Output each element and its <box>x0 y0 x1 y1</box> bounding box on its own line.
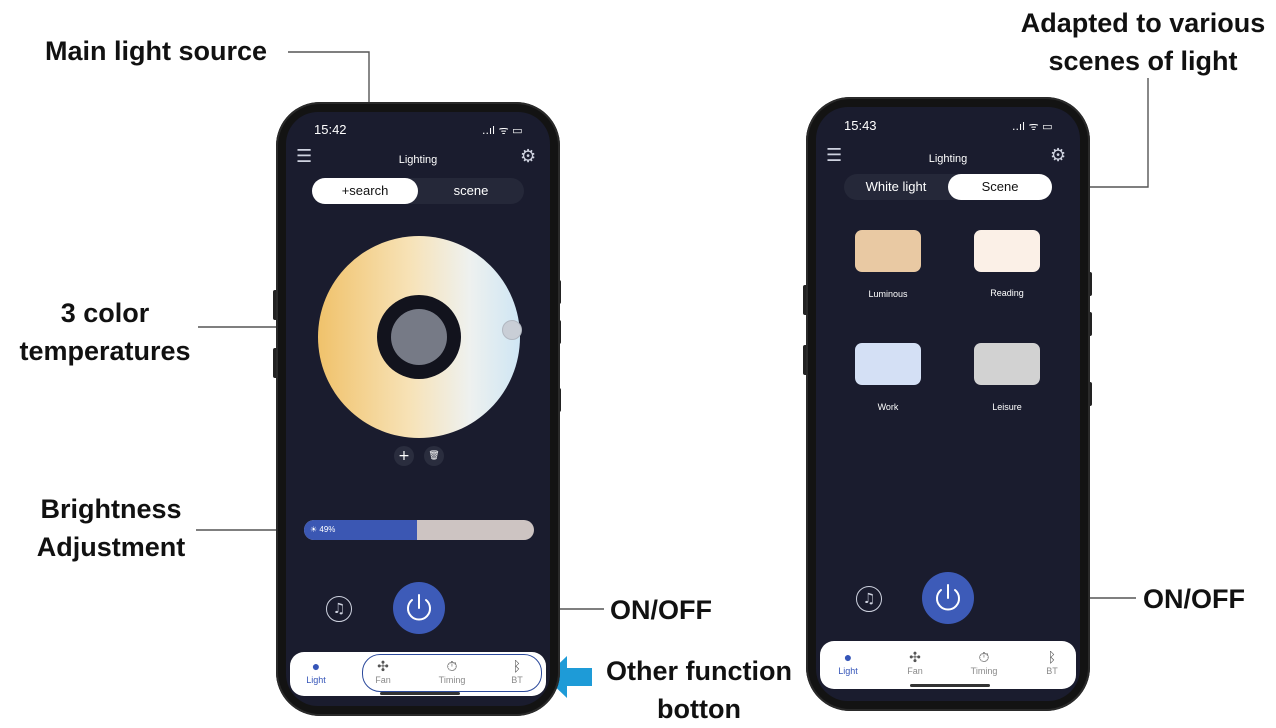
tab-fan[interactable]: ✣ Fan <box>890 648 940 676</box>
light-bulb-icon: ● <box>843 649 853 665</box>
tab-fan-label: Fan <box>375 675 391 685</box>
tab-timing[interactable]: ⏱ Timing <box>959 648 1009 676</box>
tab-timing-label: Timing <box>438 675 466 685</box>
tab-search[interactable]: +search <box>312 178 418 204</box>
tab-bt[interactable]: ᛒ BT <box>492 657 542 685</box>
right-phone-frame: 15:43 ..ıl ᯤ ▭ ☰ Lighting ⚙ White light … <box>806 97 1090 711</box>
scene-card-leisure[interactable] <box>974 343 1040 385</box>
tab-fan[interactable]: ✣ Fan <box>358 657 408 685</box>
right-phone-screen: 15:43 ..ıl ᯤ ▭ ☰ Lighting ⚙ White light … <box>816 107 1080 701</box>
scene-card-luminous[interactable] <box>855 230 921 272</box>
tab-fan-label: Fan <box>907 666 923 676</box>
left-phone-screen: 15:42 ..ıl ᯤ ▭ ☰ Lighting ⚙ +search scen… <box>286 112 550 706</box>
status-icons: ..ıl ᯤ ▭ <box>482 124 523 137</box>
tab-light-label: Light <box>838 666 858 676</box>
page-title: Lighting <box>398 154 438 166</box>
scene-label-leisure: Leisure <box>992 402 1022 412</box>
home-indicator <box>380 692 460 695</box>
fan-icon: ✣ <box>909 649 921 665</box>
delete-color-button[interactable]: 🗑 <box>424 446 444 466</box>
power-button[interactable] <box>922 572 974 624</box>
music-mode-button[interactable]: ♫ <box>856 586 882 612</box>
status-time: 15:42 <box>314 122 347 137</box>
power-icon <box>407 594 431 621</box>
light-bulb-icon: ● <box>311 658 321 674</box>
timer-icon: ⏱ <box>978 649 990 665</box>
tab-timing[interactable]: ⏱ Timing <box>427 657 477 685</box>
color-temperature-wheel[interactable] <box>318 236 522 438</box>
bluetooth-icon: ᛒ <box>1047 649 1057 665</box>
segment-control: White light Scene <box>844 174 1052 200</box>
tab-bt[interactable]: ᛒ BT <box>1027 648 1077 676</box>
tab-light[interactable]: ● Light <box>291 657 341 685</box>
scene-label-work: Work <box>877 402 899 412</box>
page-title: Lighting <box>928 153 968 165</box>
settings-gear-icon[interactable]: ⚙ <box>520 146 536 167</box>
tab-timing-label: Timing <box>970 666 998 676</box>
fan-icon: ✣ <box>377 658 389 674</box>
tab-white-light[interactable]: White light <box>844 174 948 200</box>
scene-card-reading[interactable] <box>974 230 1040 272</box>
segment-control: +search scene <box>312 178 524 204</box>
menu-icon[interactable]: ☰ <box>826 145 842 166</box>
brightness-slider[interactable]: ☀ 49% <box>304 520 534 540</box>
status-icons: ..ıl ᯤ ▭ <box>1012 120 1053 133</box>
brightness-label: ☀ 49% <box>310 525 336 534</box>
add-color-button[interactable]: + <box>394 446 414 466</box>
scene-label-reading: Reading <box>990 288 1024 298</box>
left-phone-frame: 15:42 ..ıl ᯤ ▭ ☰ Lighting ⚙ +search scen… <box>276 102 560 716</box>
selected-color-preview <box>391 309 447 365</box>
tab-bt-label: BT <box>1046 666 1058 676</box>
power-icon <box>936 584 960 611</box>
bottom-tab-bar: ● Light ✣ Fan ⏱ Timing ᛒ BT <box>290 652 546 696</box>
timer-icon: ⏱ <box>446 658 458 674</box>
bottom-tab-bar: ● Light ✣ Fan ⏱ Timing ᛒ BT <box>820 641 1076 689</box>
tab-light[interactable]: ● Light <box>823 648 873 676</box>
status-time: 15:43 <box>844 118 877 133</box>
tab-bt-label: BT <box>511 675 523 685</box>
wheel-picker-handle[interactable] <box>502 320 522 340</box>
scene-label-luminous: Luminous <box>868 289 908 299</box>
menu-icon[interactable]: ☰ <box>296 146 312 167</box>
home-indicator <box>910 684 990 687</box>
tab-light-label: Light <box>306 675 326 685</box>
wheel-center-ring <box>377 295 461 379</box>
bluetooth-icon: ᛒ <box>512 658 522 674</box>
scene-card-work[interactable] <box>855 343 921 385</box>
tab-scene[interactable]: Scene <box>948 174 1052 200</box>
music-mode-button[interactable]: ♫ <box>326 596 352 622</box>
tab-scene[interactable]: scene <box>418 178 524 204</box>
settings-gear-icon[interactable]: ⚙ <box>1050 145 1066 166</box>
power-button[interactable] <box>393 582 445 634</box>
